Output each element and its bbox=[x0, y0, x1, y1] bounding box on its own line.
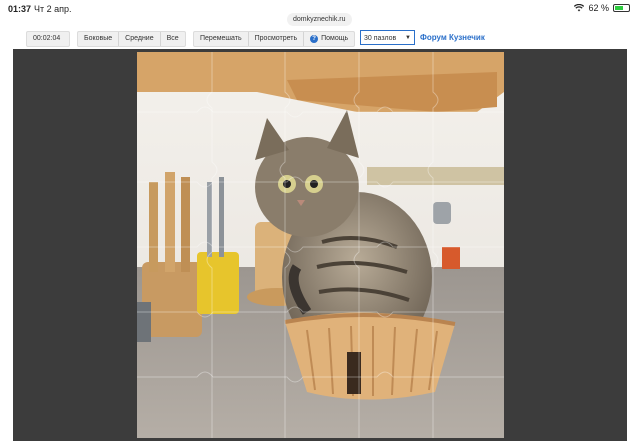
url-bar[interactable]: domkyznechik.ru bbox=[287, 13, 352, 26]
shuffle-button[interactable]: Перемешать bbox=[194, 32, 249, 46]
help-circle-icon: ? bbox=[310, 35, 319, 43]
chevron-down-icon: ▼ bbox=[405, 35, 411, 41]
preview-button[interactable]: Просмотреть bbox=[249, 32, 305, 46]
battery-fill bbox=[615, 6, 623, 10]
status-right: 62 % bbox=[574, 3, 630, 13]
actions-group: Перемешать Просмотреть ? Помощь bbox=[193, 31, 356, 47]
puzzle-image[interactable] bbox=[137, 52, 504, 438]
battery-icon bbox=[613, 4, 630, 12]
edges-button[interactable]: Боковые bbox=[78, 32, 120, 46]
timer-display: 00:02:04 bbox=[33, 35, 61, 42]
timer-group: 00:02:04 bbox=[26, 31, 70, 47]
help-label: Помощь bbox=[321, 35, 349, 42]
puzzle-toolbar: 00:02:04 Боковые Средние Все Перемешать … bbox=[0, 29, 640, 49]
all-button[interactable]: Все bbox=[161, 32, 185, 46]
filter-group: Боковые Средние Все bbox=[77, 31, 186, 47]
help-button[interactable]: ? Помощь bbox=[304, 32, 354, 46]
wifi-icon bbox=[574, 4, 585, 12]
battery-percent: 62 % bbox=[588, 3, 609, 13]
middle-button[interactable]: Средние bbox=[119, 32, 161, 46]
status-date: Чт 2 апр. bbox=[34, 4, 72, 14]
status-time: 01:37 bbox=[8, 4, 32, 14]
piece-count-select[interactable]: 30 пазлов ▼ bbox=[360, 30, 415, 45]
forum-link[interactable]: Форум Кузнечик bbox=[420, 33, 485, 42]
cat-in-basket-picture bbox=[137, 52, 504, 438]
piece-count-value: 30 пазлов bbox=[364, 35, 397, 42]
